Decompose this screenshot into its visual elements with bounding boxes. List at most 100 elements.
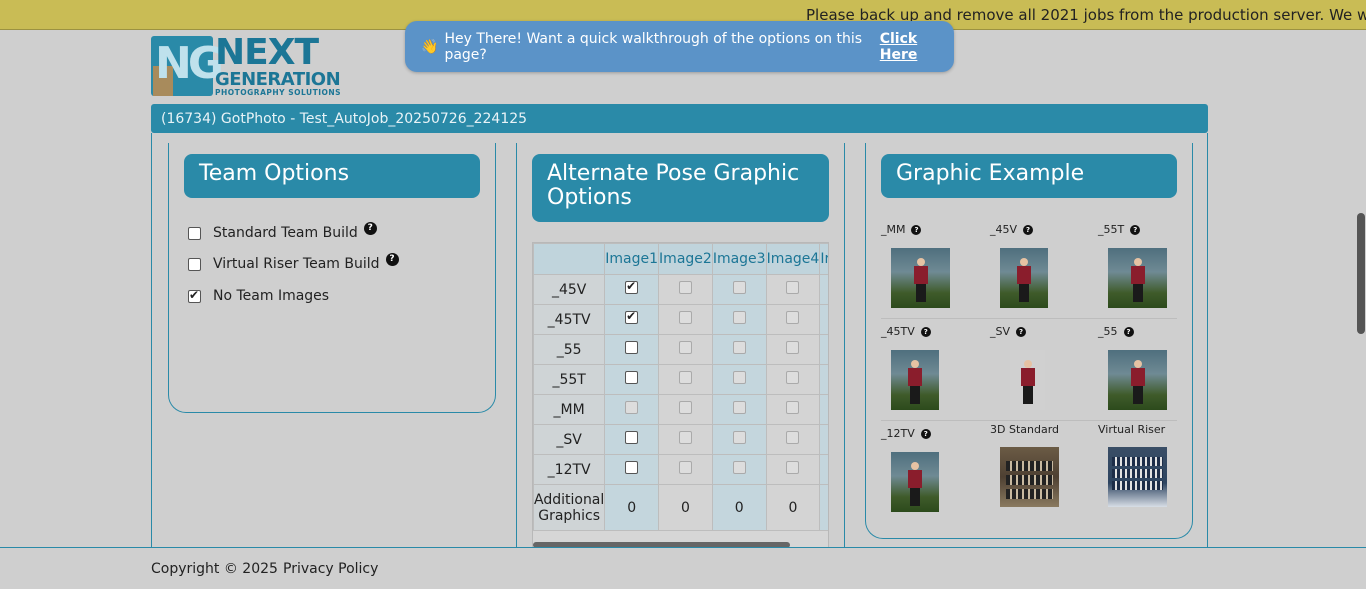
example-45tv-image xyxy=(891,350,939,410)
example-55: _55? xyxy=(1098,325,1134,338)
walkthrough-link[interactable]: Click Here xyxy=(880,31,954,63)
page-scrollbar[interactable] xyxy=(1357,213,1365,334)
column-header: Image3 xyxy=(711,243,767,275)
pose-image-checkbox xyxy=(678,371,692,384)
pose-image-checkbox xyxy=(732,281,746,294)
pose-image-checkbox xyxy=(732,401,746,414)
alternate-pose-table-container[interactable]: Image1 Image2 Image3 Image4 Ir _45V_45TV… xyxy=(532,242,829,549)
main-content: Team Options Standard Team Build ? Virtu… xyxy=(151,133,1208,549)
wave-icon: 👋 xyxy=(421,38,439,55)
pose-image-checkbox xyxy=(732,341,746,354)
standard-team-build-option[interactable]: Standard Team Build ? xyxy=(188,221,377,241)
pose-row-label: _45V xyxy=(533,274,606,305)
alternate-pose-title: Alternate Pose Graphic Options xyxy=(532,154,829,222)
help-icon[interactable]: ? xyxy=(1130,224,1141,235)
pose-image-checkbox xyxy=(678,431,692,444)
alternate-pose-panel: Alternate Pose Graphic Options Image1 Im… xyxy=(516,143,845,549)
pose-image-checkbox[interactable] xyxy=(625,279,639,294)
virtual-riser-option[interactable]: Virtual Riser Team Build ? xyxy=(188,252,399,272)
pose-image-checkbox xyxy=(786,281,800,294)
pose-image-checkbox[interactable] xyxy=(625,371,639,384)
help-icon[interactable]: ? xyxy=(363,221,377,235)
pose-image-checkbox xyxy=(732,311,746,324)
standard-team-build-label: Standard Team Build xyxy=(213,225,358,241)
example-12tv: _12TV? xyxy=(881,427,931,440)
pose-image-checkbox xyxy=(732,461,746,474)
pose-image-checkbox[interactable] xyxy=(625,461,639,474)
example-mm-image xyxy=(891,248,950,308)
pose-image-checkbox xyxy=(678,311,692,324)
logo-mark: NG xyxy=(151,36,224,96)
additional-graphics-count: 0 xyxy=(765,484,821,531)
example-55t: _55T? xyxy=(1098,223,1141,236)
pose-image-checkbox xyxy=(786,461,800,474)
help-icon[interactable]: ? xyxy=(1023,224,1034,235)
example-55t-image xyxy=(1108,248,1167,308)
help-icon[interactable]: ? xyxy=(1016,326,1027,337)
pose-row: _MM xyxy=(533,394,828,425)
pose-image-checkbox xyxy=(678,461,692,474)
pose-image-checkbox xyxy=(732,371,746,384)
additional-graphics-count: 0 xyxy=(711,484,767,531)
pose-image-checkbox[interactable] xyxy=(625,431,639,444)
example-virtual-riser-image xyxy=(1108,447,1167,507)
help-icon[interactable]: ? xyxy=(911,224,922,235)
no-team-images-option[interactable]: No Team Images xyxy=(188,288,329,304)
column-header: Ir xyxy=(819,243,828,275)
pose-image-checkbox xyxy=(786,401,800,414)
example-virtual-riser: Virtual Riser xyxy=(1098,423,1166,436)
graphic-example-panel: Graphic Example _MM? _45V? _55T? _45TV? … xyxy=(865,143,1193,539)
help-icon[interactable]: ? xyxy=(1123,326,1134,337)
job-title: (16734) GotPhoto - Test_AutoJob_20250726… xyxy=(161,110,528,127)
pose-row-label: _MM xyxy=(533,394,606,425)
no-team-images-checkbox[interactable] xyxy=(188,288,201,303)
pose-row-label: _12TV xyxy=(533,454,606,485)
example-45v: _45V? xyxy=(990,223,1034,236)
example-sv-image xyxy=(1010,350,1045,410)
example-45v-image xyxy=(1000,248,1048,308)
help-icon[interactable]: ? xyxy=(385,252,399,266)
pose-image-checkbox xyxy=(625,401,639,414)
company-logo[interactable]: NG NEXT GENERATION PHOTOGRAPHY SOLUTIONS xyxy=(151,32,346,98)
pose-row: _55 xyxy=(533,334,828,365)
team-options-title: Team Options xyxy=(184,154,480,198)
logo-line3: PHOTOGRAPHY SOLUTIONS xyxy=(215,88,342,97)
virtual-riser-label: Virtual Riser Team Build xyxy=(213,256,380,272)
example-55-image xyxy=(1108,350,1167,410)
column-header: Image2 xyxy=(658,243,713,275)
pose-row-label: _45TV xyxy=(533,304,606,335)
additional-graphics-row: Additional Graphics 0 0 0 0 xyxy=(533,484,828,531)
logo-line2: GENERATION xyxy=(215,69,341,90)
logo-line1: NEXT xyxy=(215,32,319,73)
pose-row: _45TV xyxy=(533,304,828,335)
example-3d-standard-image xyxy=(1000,447,1059,507)
additional-graphics-label: Additional Graphics xyxy=(533,484,606,531)
pose-image-checkbox xyxy=(678,281,692,294)
pose-image-checkbox xyxy=(786,341,800,354)
example-45tv: _45TV? xyxy=(881,325,931,338)
virtual-riser-checkbox[interactable] xyxy=(188,257,201,271)
pose-image-checkbox xyxy=(678,341,692,354)
additional-graphics-count: 0 xyxy=(604,484,660,531)
help-icon[interactable]: ? xyxy=(920,326,931,337)
privacy-policy-link[interactable]: Privacy Policy xyxy=(283,561,378,577)
pose-row: _SV xyxy=(533,424,828,455)
pose-row-label: _SV xyxy=(533,424,606,455)
pose-image-checkbox[interactable] xyxy=(625,309,639,324)
graphic-example-title: Graphic Example xyxy=(881,154,1177,198)
pose-row-label: _55 xyxy=(533,334,606,365)
additional-graphics-count: 0 xyxy=(658,484,713,531)
team-options-panel: Team Options Standard Team Build ? Virtu… xyxy=(168,143,496,413)
pose-row: _45V xyxy=(533,274,828,305)
example-mm: _MM? xyxy=(881,223,922,236)
pose-row: _55T xyxy=(533,364,828,395)
pose-image-checkbox xyxy=(786,371,800,384)
example-sv: _SV? xyxy=(990,325,1027,338)
standard-team-build-checkbox[interactable] xyxy=(188,226,201,240)
help-icon[interactable]: ? xyxy=(920,428,931,439)
example-12tv-image xyxy=(891,452,939,512)
pose-image-checkbox[interactable] xyxy=(625,341,639,354)
column-header: Image1 xyxy=(604,243,660,275)
pose-image-checkbox xyxy=(786,431,800,444)
job-title-bar: (16734) GotPhoto - Test_AutoJob_20250726… xyxy=(151,104,1208,133)
